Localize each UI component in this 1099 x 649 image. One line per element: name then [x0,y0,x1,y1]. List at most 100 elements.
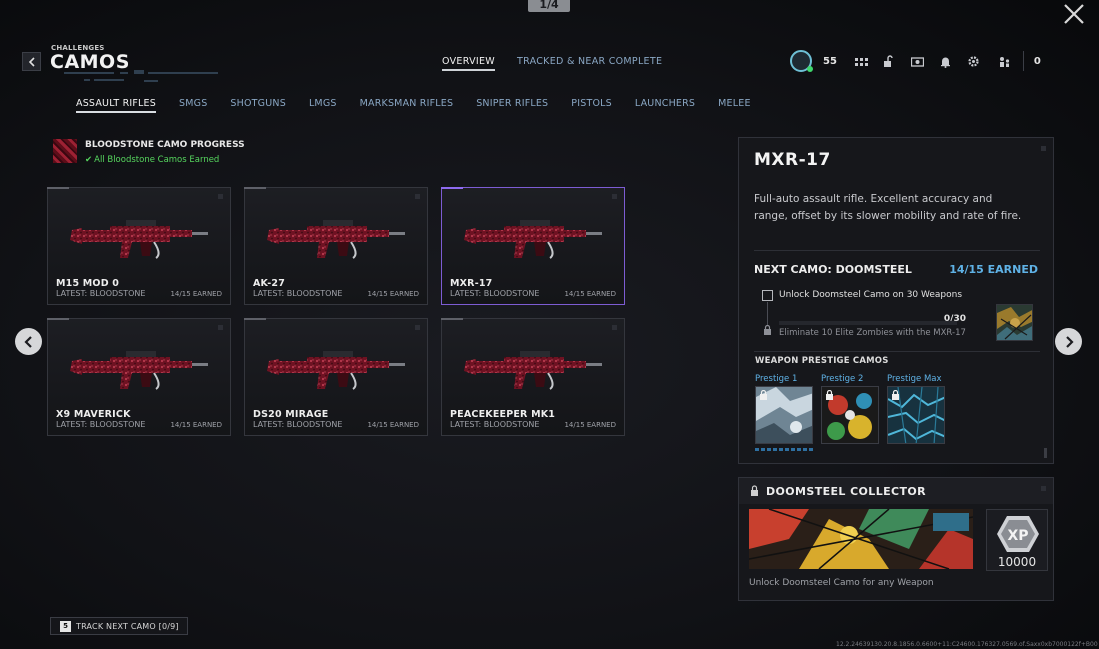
card-corner-marker [415,194,420,199]
category-tab-sniper-rifles[interactable]: SNIPER RIFLES [476,98,548,113]
weapon-earned: 14/15 EARNED [367,421,419,429]
prestige-camo-tile [755,386,813,444]
cod-points-value: 0 [1033,55,1041,67]
tab-overview[interactable]: OVERVIEW [442,56,495,71]
challenge-progress-bar [779,321,957,325]
divider [1022,51,1024,71]
chevron-left-icon [28,56,35,67]
card-corner-marker [218,194,223,199]
camo-progress-title: BLOODSTONE CAMO PROGRESS [85,140,245,150]
weapon-earned: 14/15 EARNED [564,421,616,429]
doomsteel-collector-panel[interactable]: DOOMSTEEL COLLECTOR XP 10000 Unlock Doom… [738,477,1054,601]
category-tab-pistols[interactable]: PISTOLS [571,98,612,113]
weapon-earned: 14/15 EARNED [170,290,222,298]
status-bar: 55 0 [790,48,1041,74]
category-tab-smgs[interactable]: SMGS [179,98,207,113]
weapon-latest-camo: LATEST: BLOODSTONE [56,420,146,429]
grid-icon[interactable] [854,55,868,68]
weapon-image [267,219,406,259]
weapon-latest-camo: LATEST: BLOODSTONE [56,289,146,298]
collector-artwork [749,509,973,569]
decorative-pattern [64,70,218,82]
card-indicator [244,318,266,320]
xp-reward-value: 10000 [997,555,1037,569]
scrollbar[interactable] [1044,448,1047,458]
svg-text:XP: XP [1007,528,1028,544]
category-tabs: ASSAULT RIFLES SMGS SHOTGUNS LMGS MARKSM… [76,98,774,113]
category-tab-melee[interactable]: MELEE [718,98,751,113]
chevron-left-icon [23,335,32,348]
key-hint: 5 [60,620,71,632]
player-level: 55 [823,55,837,67]
camo-progress-status: ✔ All Bloodstone Camos Earned [85,155,219,165]
level-badge-icon[interactable] [790,50,813,72]
collector-title: DOOMSTEEL COLLECTOR [766,485,927,498]
card-corner-marker [415,325,420,330]
prestige-label: Prestige 1 [755,374,798,384]
weapon-card-peacekeeper-mk1[interactable]: PEACEKEEPER MK1 LATEST: BLOODSTONE 14/15… [441,318,625,436]
chevron-right-icon [1065,335,1074,348]
card-indicator [441,318,463,320]
prestige-camo-tile [887,386,945,444]
weapon-card-ds20-mirage[interactable]: DS20 MIRAGE LATEST: BLOODSTONE 14/15 EAR… [244,318,428,436]
store-icon[interactable] [883,54,896,68]
collector-description: Unlock Doomsteel Camo for any Weapon [749,578,934,588]
xp-reward: XP 10000 [986,509,1048,571]
category-tab-launchers[interactable]: LAUNCHERS [635,98,695,113]
next-page-button[interactable] [1055,328,1082,355]
tab-tracked-near-complete[interactable]: TRACKED & NEAR COMPLETE [517,56,662,71]
prestige-label: Prestige 2 [821,374,864,384]
category-tab-marksman-rifles[interactable]: MARKSMAN RIFLES [360,98,454,113]
category-tab-shotguns[interactable]: SHOTGUNS [230,98,286,113]
prestige-camo-2[interactable]: Prestige 2 [821,374,879,444]
weapon-card-ak-27[interactable]: AK-27 LATEST: BLOODSTONE 14/15 EARNED [244,187,428,305]
card-indicator [244,187,266,189]
camera-icon[interactable] [910,55,924,68]
weapon-name: X9 MAVERICK [56,409,131,420]
lock-icon [760,390,767,400]
track-next-camo-button[interactable]: 5 TRACK NEXT CAMO [0/9] [50,617,188,635]
prestige-camo-1[interactable]: Prestige 1 [755,374,813,444]
weapon-name: DS20 MIRAGE [253,409,329,420]
panel-corner-marker [1041,146,1046,151]
weapon-name: PEACEKEEPER MK1 [450,409,556,420]
weapon-earned: 14/15 EARNED [170,421,222,429]
top-tabs: OVERVIEW TRACKED & NEAR COMPLETE [442,56,662,71]
gear-icon[interactable] [967,55,980,68]
card-corner-marker [612,194,617,199]
weapon-card-mxr-17[interactable]: MXR-17 LATEST: BLOODSTONE 14/15 EARNED [441,187,625,305]
detail-weapon-description: Full-auto assault rifle. Excellent accur… [754,193,1022,222]
card-corner-marker [612,325,617,330]
previous-page-button[interactable] [15,328,42,355]
lock-icon [764,325,771,335]
prestige-camo-max[interactable]: Prestige Max [887,374,945,444]
prestige-camos-heading: WEAPON PRESTIGE CAMOS [755,356,889,366]
bell-icon[interactable] [939,55,952,68]
weapon-latest-camo: LATEST: BLOODSTONE [450,289,540,298]
close-icon[interactable] [1062,2,1086,26]
weapon-card-m15-mod-0[interactable]: M15 MOD 0 LATEST: BLOODSTONE 14/15 EARNE… [47,187,231,305]
lock-icon [751,485,758,496]
back-button[interactable] [22,52,41,71]
divider [754,250,1040,251]
weapon-image [267,350,406,390]
doomsteel-camo-reward[interactable] [996,304,1033,341]
category-tab-lmgs[interactable]: LMGS [309,98,337,113]
weapon-name: AK-27 [253,278,286,289]
weapon-latest-camo: LATEST: BLOODSTONE [253,420,343,429]
next-camo-earned: 14/15 EARNED [949,263,1038,276]
prestige-progress-bar [755,448,813,451]
category-tab-assault-rifles[interactable]: ASSAULT RIFLES [76,98,156,113]
weapon-image [464,219,603,259]
challenge-text: Unlock Doomsteel Camo on 30 Weapons [779,290,963,300]
weapon-image [70,219,209,259]
build-version: 12.2.24639130.20.8.1856.0.6600+11:C24600… [836,641,1098,648]
weapon-card-x9-maverick[interactable]: X9 MAVERICK LATEST: BLOODSTONE 14/15 EAR… [47,318,231,436]
card-indicator [441,187,463,189]
weapon-latest-camo: LATEST: BLOODSTONE [253,289,343,298]
weapon-image [70,350,209,390]
weapon-name: M15 MOD 0 [56,278,120,289]
weapon-name: MXR-17 [450,278,493,289]
party-icon[interactable] [998,55,1011,68]
bloodstone-camo-swatch [53,139,77,163]
